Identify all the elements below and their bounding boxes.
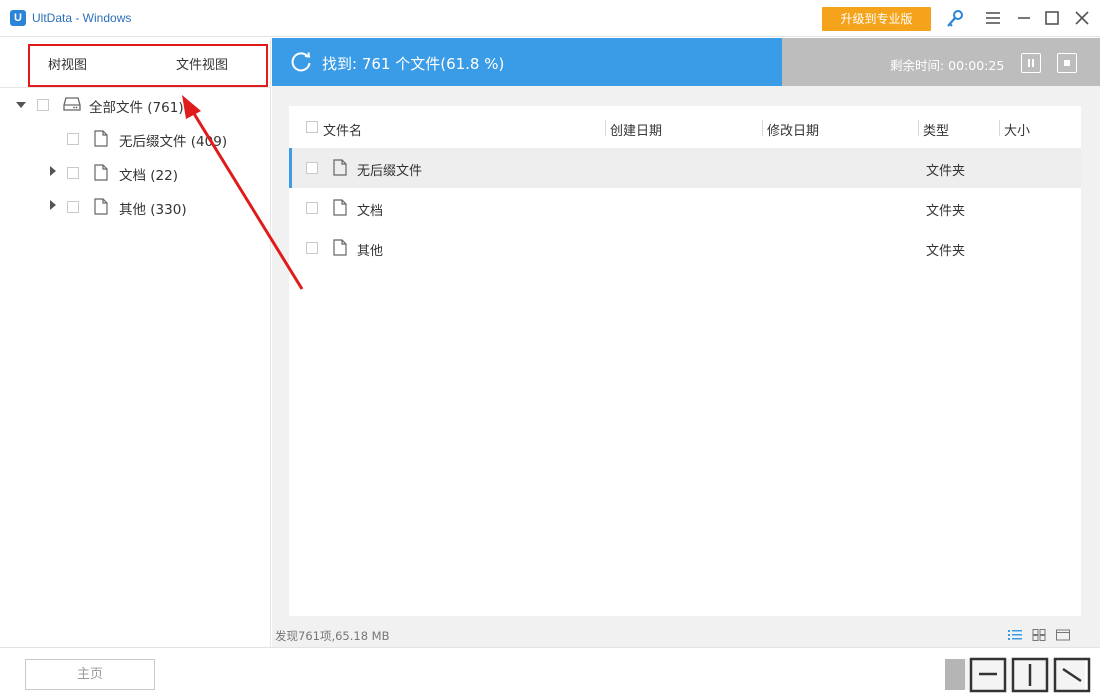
file-icon: [333, 239, 347, 256]
maximize-icon[interactable]: [1043, 9, 1061, 27]
annotation-highlight-box: [28, 44, 268, 87]
expand-caret-icon[interactable]: [50, 166, 56, 176]
column-divider[interactable]: [918, 120, 919, 136]
app-title: UltData - Windows: [32, 11, 132, 25]
minimize-icon[interactable]: [1015, 9, 1033, 27]
header-type[interactable]: 类型: [923, 120, 949, 139]
row-file-name: 其他: [357, 244, 384, 259]
scan-status-banner: 找到: 761 个文件(61.8 %): [272, 38, 782, 86]
tree-item-no-extension[interactable]: 无后缀文件 (409): [119, 130, 227, 154]
header-file-name[interactable]: 文件名: [323, 120, 362, 139]
bottom-bar: 主页: [0, 647, 1100, 700]
preview-view-icon[interactable]: [1056, 629, 1070, 641]
row-checkbox[interactable]: [306, 202, 318, 214]
found-summary: 发现761项,65.18 MB: [275, 629, 390, 643]
file-table: 文件名 创建日期 修改日期 类型 大小 无后缀文件 文件夹 文档 文件夹 其他 …: [289, 106, 1081, 616]
status-footer: 发现761项,65.18 MB: [272, 624, 1100, 646]
file-icon: [94, 164, 108, 181]
home-button[interactable]: 主页: [25, 659, 155, 690]
row-file-type: 文件夹: [926, 204, 966, 219]
view-tabs: 树视图 文件视图: [0, 38, 271, 88]
tree-checkbox[interactable]: [67, 201, 79, 213]
menu-icon[interactable]: [984, 9, 1002, 27]
column-divider[interactable]: [999, 120, 1000, 136]
upgrade-button[interactable]: 升级到专业版: [822, 7, 931, 31]
refresh-spinner-icon: [291, 52, 311, 72]
column-divider[interactable]: [605, 120, 606, 136]
watermark-logo: [965, 654, 1095, 698]
close-icon[interactable]: [1073, 9, 1091, 27]
row-file-name: 文档: [357, 204, 384, 219]
stop-button[interactable]: [1057, 53, 1077, 73]
table-row[interactable]: 文档 文件夹: [289, 188, 1081, 228]
file-icon: [333, 159, 347, 176]
tree-checkbox[interactable]: [67, 167, 79, 179]
key-icon[interactable]: [945, 9, 965, 29]
scan-controls-banner: 剩余时间: 00:00:25: [782, 38, 1100, 86]
file-icon: [94, 130, 108, 147]
expand-caret-icon[interactable]: [16, 102, 26, 108]
header-modified-date[interactable]: 修改日期: [767, 120, 819, 139]
grid-view-icon[interactable]: [1032, 629, 1046, 641]
column-divider[interactable]: [762, 120, 763, 136]
remaining-time: 剩余时间: 00:00:25: [890, 58, 1005, 73]
header-size[interactable]: 大小: [1004, 120, 1030, 139]
select-all-checkbox[interactable]: [306, 121, 318, 133]
tree-checkbox-all[interactable]: [37, 99, 49, 111]
selected-row-indicator: [289, 148, 292, 188]
row-file-name: 无后缀文件: [357, 164, 423, 179]
app-logo-icon: U: [10, 10, 26, 26]
table-row[interactable]: 无后缀文件 文件夹: [289, 148, 1081, 188]
file-icon: [94, 198, 108, 215]
header-created-date[interactable]: 创建日期: [610, 120, 662, 139]
left-panel: 树视图 文件视图 全部文件 (761) 无后缀文件 (409) 文档 (22): [0, 38, 271, 647]
tree-item-all-files[interactable]: 全部文件 (761): [89, 96, 184, 120]
pause-icon: [1028, 59, 1034, 67]
list-view-icon[interactable]: [1008, 629, 1022, 641]
drive-icon: [63, 97, 81, 111]
stop-icon: [1064, 60, 1070, 66]
file-icon: [333, 199, 347, 216]
pause-button[interactable]: [1021, 53, 1041, 73]
file-list-area: 文件名 创建日期 修改日期 类型 大小 无后缀文件 文件夹 文档 文件夹 其他 …: [272, 86, 1100, 647]
tree-checkbox[interactable]: [67, 133, 79, 145]
tree-item-other[interactable]: 其他 (330): [119, 198, 187, 222]
row-file-type: 文件夹: [926, 164, 966, 179]
table-row[interactable]: 其他 文件夹: [289, 228, 1081, 268]
row-checkbox[interactable]: [306, 162, 318, 174]
row-file-type: 文件夹: [926, 244, 966, 259]
title-bar: U UltData - Windows 升级到专业版: [0, 0, 1100, 37]
tree-item-documents[interactable]: 文档 (22): [119, 164, 178, 188]
expand-caret-icon[interactable]: [50, 200, 56, 210]
scan-status-text: 找到: 761 个文件(61.8 %): [322, 55, 505, 73]
row-checkbox[interactable]: [306, 242, 318, 254]
